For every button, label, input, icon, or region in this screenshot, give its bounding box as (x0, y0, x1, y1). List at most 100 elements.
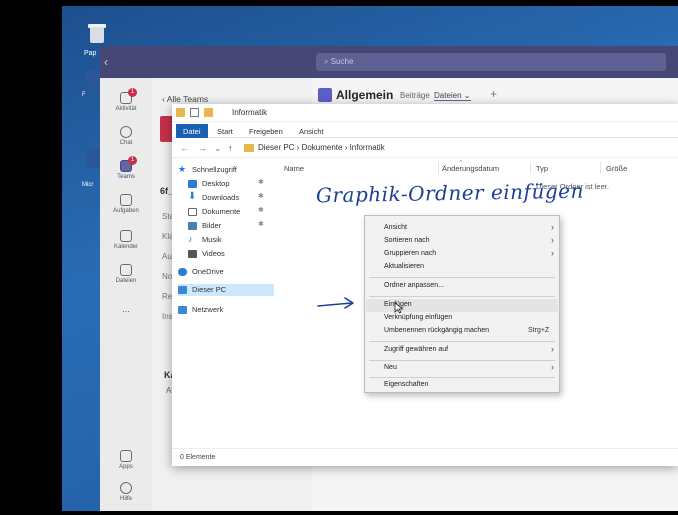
teams-back-arrow-icon[interactable]: ‹ (104, 55, 108, 69)
column-header-size[interactable]: Größe (606, 164, 627, 173)
column-divider[interactable] (530, 162, 531, 174)
tab-freigeben[interactable]: Freigeben (242, 124, 290, 138)
chevron-down-icon: ⌄ (461, 91, 471, 100)
recycle-bin-icon[interactable] (88, 22, 106, 44)
nav-item-downloads[interactable]: ⬇ Downloads ✱ (188, 191, 284, 204)
menu-label: Ordner anpassen... (384, 282, 444, 289)
nav-item-desktop[interactable]: Desktop ✱ (188, 178, 284, 190)
column-divider[interactable] (438, 162, 439, 174)
handwritten-arrow-icon (317, 297, 354, 309)
nav-label: Schnellzugriff (192, 165, 237, 174)
menu-shortcut: Strg+Z (528, 327, 550, 334)
nav-label: OneDrive (192, 267, 224, 276)
menu-separator (369, 341, 555, 342)
tab-beitraege[interactable]: Beiträge (400, 91, 430, 100)
help-icon (120, 482, 132, 494)
menu-separator (369, 277, 555, 278)
rail-item-chat[interactable]: Chat (100, 126, 152, 146)
rail-item-aktivitaet[interactable]: 1 Aktivität (100, 88, 152, 112)
tasks-icon (120, 194, 132, 206)
handwritten-annotation: Graphik-Ordner einfügen (315, 178, 585, 208)
rail-item-hilfe[interactable]: Hilfe (100, 482, 152, 502)
forward-arrow-icon[interactable]: → (198, 143, 207, 153)
menu-item-neu[interactable]: Neu › (366, 362, 558, 375)
nav-item-onedrive[interactable]: OneDrive (178, 266, 274, 278)
rail-item-more[interactable]: ... (100, 304, 152, 314)
menu-item-sortieren[interactable]: Sortieren nach › (366, 235, 558, 248)
nav-item-musik[interactable]: ♪ Musik (188, 234, 284, 246)
notification-badge: 1 (128, 88, 137, 97)
menu-item-eigenschaften[interactable]: Eigenschaften (366, 379, 558, 392)
pin-icon: ✱ (258, 193, 264, 200)
pin-icon: ✱ (258, 179, 264, 186)
tab-dateien[interactable]: Dateien ⌄ (434, 91, 471, 101)
menu-separator (369, 377, 555, 378)
address-breadcrumb[interactable]: Dieser PC › Dokumente › Informatik (258, 143, 385, 152)
column-header-date[interactable]: Änderungsdatum (442, 164, 499, 173)
calendar-icon (120, 230, 132, 242)
nav-item-dokumente[interactable]: Dokumente ✱ (188, 206, 284, 218)
rail-item-dateien[interactable]: Dateien (100, 264, 152, 284)
rail-item-aufgaben[interactable]: Aufgaben (100, 194, 152, 214)
menu-label: Aktualisieren (384, 263, 425, 270)
nav-item-schnellzugriff[interactable]: ★ Schnellzugriff (178, 164, 274, 176)
pictures-icon (188, 222, 197, 230)
folder-icon (176, 108, 185, 117)
nav-label: Dokumente (202, 207, 241, 216)
desktop-shortcut-label: F (82, 92, 86, 98)
status-bar: 0 Elemente (172, 448, 678, 466)
column-divider[interactable] (600, 162, 601, 174)
menu-label: Sortieren nach (384, 237, 430, 244)
folder-icon (244, 144, 254, 152)
nav-label: Videos (202, 249, 225, 258)
nav-label: Desktop (202, 179, 230, 188)
menu-item-rueckgaengig[interactable]: Umbenennen rückgängig machen Strg+Z (366, 325, 558, 338)
rail-item-apps[interactable]: Apps (100, 450, 152, 470)
all-teams-link[interactable]: ‹ Alle Teams (162, 94, 208, 104)
nav-item-bilder[interactable]: Bilder ✱ (188, 220, 284, 232)
recycle-bin-label: Pap (84, 50, 97, 57)
cloud-icon (178, 268, 187, 276)
rail-label: Hilfe (119, 496, 132, 502)
menu-item-aktualisieren[interactable]: Aktualisieren (366, 261, 558, 274)
item-count: 0 Elemente (180, 454, 216, 461)
pin-icon: ✱ (258, 207, 264, 214)
nav-item-videos[interactable]: Videos (188, 248, 284, 260)
back-arrow-icon[interactable]: ← (180, 143, 189, 153)
up-arrow-icon[interactable]: ↑ (228, 143, 233, 153)
star-icon: ★ (178, 164, 187, 174)
menu-item-zugriff[interactable]: Zugriff gewähren auf › (366, 344, 558, 357)
rail-label: Dateien (115, 278, 137, 284)
tab-start[interactable]: Start (210, 124, 240, 138)
nav-label: Bilder (202, 221, 222, 230)
column-header-name[interactable]: Name (284, 164, 304, 173)
chevron-right-icon: › (551, 248, 554, 258)
tab-datei[interactable]: Datei (176, 124, 208, 138)
recent-dropdown-icon[interactable]: ⌄ (214, 143, 222, 154)
rail-item-teams[interactable]: 1 Teams (100, 156, 152, 180)
menu-item-gruppieren[interactable]: Gruppieren nach › (366, 248, 558, 261)
apps-icon (120, 450, 132, 462)
files-icon (120, 264, 132, 276)
teams-app-rail: 1 Aktivität Chat 1 Teams Aufgaben Kalend… (100, 78, 152, 511)
nav-item-netzwerk[interactable]: Netzwerk (178, 304, 274, 316)
search-placeholder: Suche (330, 57, 354, 66)
explorer-title-bar: Informatik (172, 104, 678, 122)
rail-label: Chat (119, 140, 133, 146)
properties-icon[interactable] (190, 108, 199, 117)
menu-separator (369, 296, 555, 297)
video-icon (188, 250, 197, 258)
nav-item-dieser-pc[interactable]: Dieser PC (178, 284, 274, 296)
ribbon-tabs: Datei Start Freigeben Ansicht (172, 122, 678, 138)
teams-search-box[interactable]: ⌕ Suche (316, 53, 666, 71)
menu-item-ansicht[interactable]: Ansicht › (366, 222, 558, 235)
nav-label: Dieser PC (192, 285, 227, 294)
new-folder-icon[interactable] (204, 108, 213, 117)
tab-ansicht[interactable]: Ansicht (292, 124, 331, 138)
add-tab-icon[interactable]: + (490, 87, 497, 101)
menu-label: Neu (384, 364, 397, 371)
menu-item-ordner-anpassen[interactable]: Ordner anpassen... (366, 280, 558, 293)
window-title: Informatik (232, 108, 268, 117)
column-header-type[interactable]: Typ (536, 164, 548, 173)
rail-item-kalender[interactable]: Kalender (100, 230, 152, 250)
